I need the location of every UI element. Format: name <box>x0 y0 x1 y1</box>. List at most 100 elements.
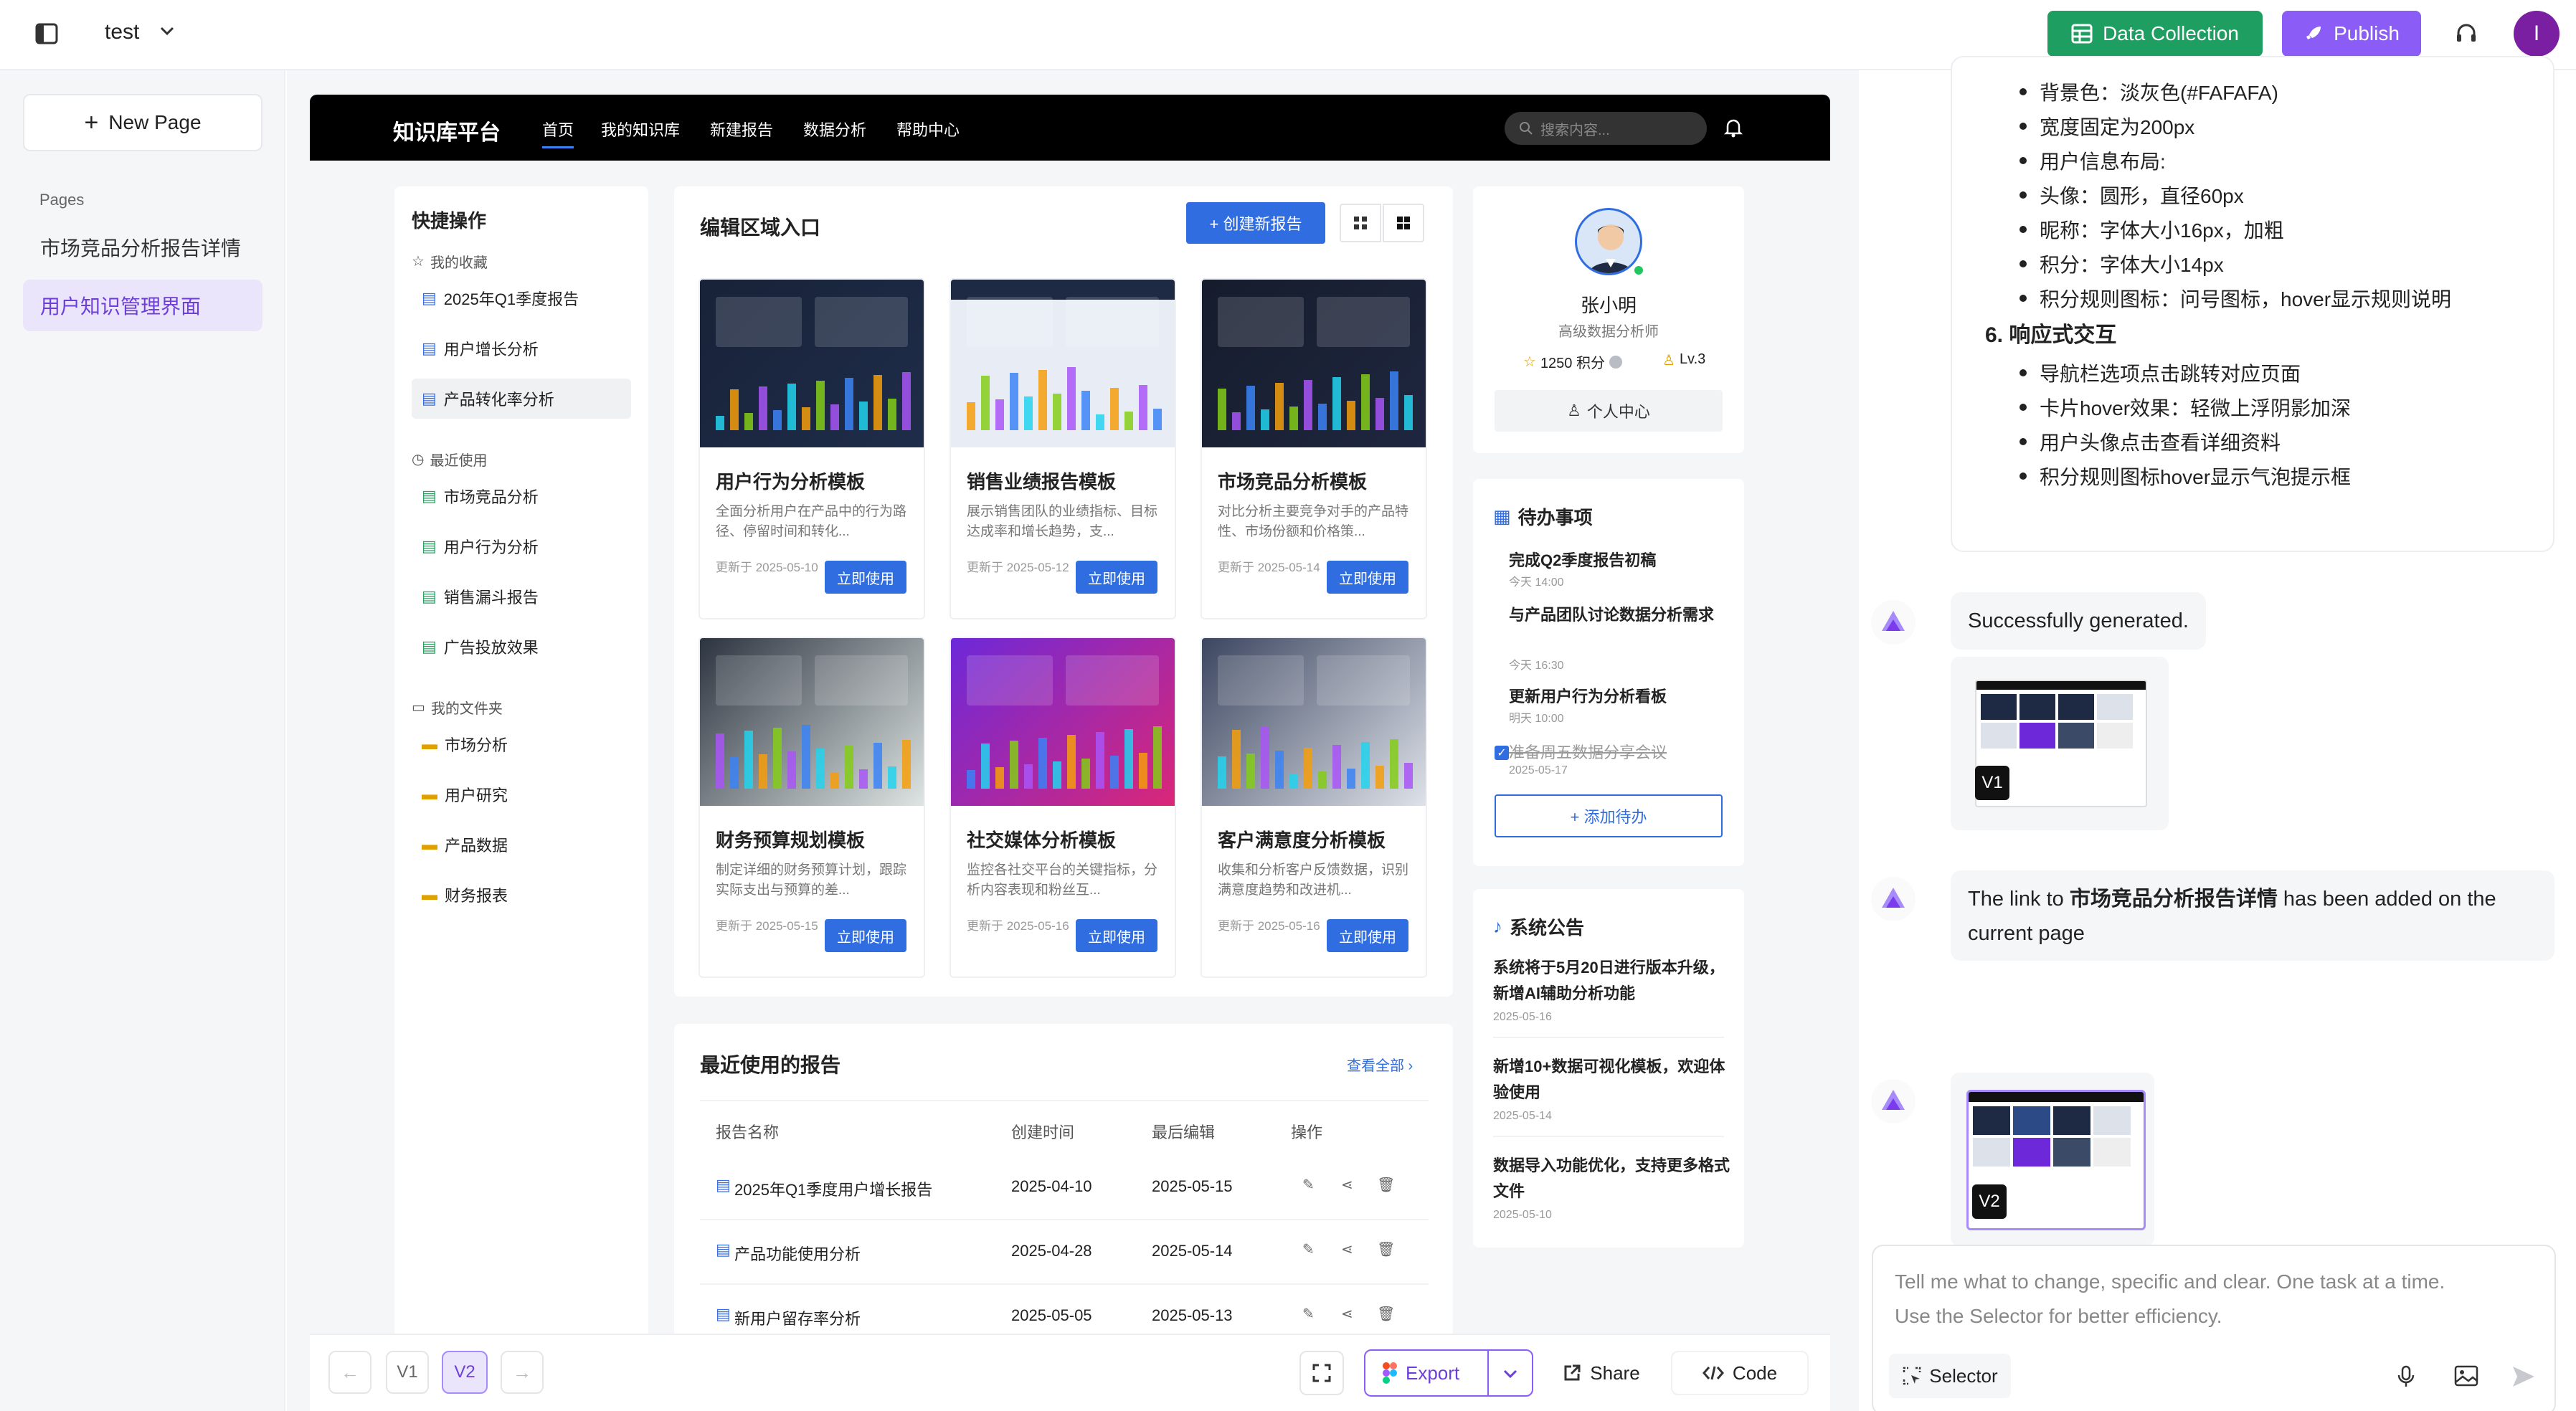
arrow-left-icon[interactable]: ← <box>328 1351 371 1394</box>
new-page-label: New Page <box>108 111 202 133</box>
user-avatar[interactable]: I <box>2514 11 2560 57</box>
fav-item[interactable]: ▤ 用户增长分析 <box>412 328 631 369</box>
trash-icon[interactable]: 🗑 <box>1377 1240 1395 1258</box>
version-v1-button[interactable]: V1 <box>386 1351 429 1394</box>
version-v2-card[interactable]: V2 <box>1951 1073 2154 1246</box>
template-card[interactable]: 市场竞品分析模板 对比分析主要竞争对手的产品特性、市场份额和价格策... 更新于 2… <box>1201 278 1427 619</box>
add-todo-button[interactable]: + 添加待办 <box>1495 794 1723 837</box>
trash-icon[interactable]: 🗑 <box>1377 1176 1395 1194</box>
headset-icon[interactable] <box>2454 22 2478 46</box>
nav-my-knowledge[interactable]: 我的知识库 <box>601 118 680 141</box>
spec-bullet: 背景色：淡灰色(#FAFAFA) <box>2019 77 2278 106</box>
star-icon: ☆ <box>412 254 425 270</box>
notice-item-text[interactable]: 新增10+数据可视化模板，欢迎体验使用 <box>1493 1054 1730 1106</box>
version-v2-button[interactable]: V2 <box>442 1351 488 1394</box>
app-logo[interactable]: 知识库平台 <box>393 115 501 146</box>
chat-panel: 背景色：淡灰色(#FAFAFA) 宽度固定为200px 用户信息布局: 头像：圆形，直… <box>1860 56 2576 1411</box>
personal-center-button[interactable]: ♙ 个人中心 <box>1495 390 1723 432</box>
template-card[interactable]: 销售业绩报告模板 展示销售团队的业绩指标、目标达成率和增长趋势，支... 更新于 2… <box>950 278 1176 619</box>
selector-button[interactable]: Selector <box>1889 1354 2011 1398</box>
chat-input[interactable]: Tell me what to change, specific and cle… <box>1872 1245 2556 1411</box>
folder-item[interactable]: ▬ 财务报表 <box>412 875 631 915</box>
table-row[interactable]: ▤ 新用户留存率分析 2025-05-05 2025-05-13 ✎ ⋖ 🗑 <box>700 1286 1429 1334</box>
project-name[interactable]: test <box>105 20 139 44</box>
template-thumbnail <box>700 280 924 447</box>
profile-avatar[interactable] <box>1575 208 1642 275</box>
page-link[interactable]: 市场竞品分析报告详情 <box>2070 888 2278 911</box>
use-template-button[interactable]: 立即使用 <box>825 561 906 594</box>
help-icon[interactable] <box>1609 355 1622 369</box>
arrow-right-icon[interactable]: → <box>501 1351 544 1394</box>
grid-view-icon[interactable] <box>1383 204 1424 242</box>
table-row[interactable]: ▤ 2025年Q1季度用户增长报告 2025-04-10 2025-05-15 ✎ ⋖ 🗑 <box>700 1157 1429 1220</box>
share-icon[interactable]: ⋖ <box>1341 1305 1353 1323</box>
todo-checkbox[interactable]: ✓ <box>1495 746 1509 760</box>
code-button[interactable]: Code <box>1671 1351 1809 1395</box>
view-all-link[interactable]: 查看全部 › <box>1347 1054 1413 1075</box>
chevron-down-icon <box>1503 1369 1517 1378</box>
use-template-button[interactable]: 立即使用 <box>1327 561 1408 594</box>
notice-item-text[interactable]: 数据导入功能优化，支持更多格式文件 <box>1493 1153 1730 1205</box>
template-card[interactable]: 社交媒体分析模板 监控各社交平台的关键指标，分析内容表现和粉丝互... 更新于 20… <box>950 637 1176 978</box>
version-v1-card[interactable]: V1 <box>1951 657 2169 830</box>
edit-icon[interactable]: ✎ <box>1302 1305 1315 1323</box>
nav-new-report[interactable]: 新建报告 <box>710 118 773 141</box>
trash-icon[interactable]: 🗑 <box>1377 1305 1395 1323</box>
profile-role: 高级数据分析师 <box>1558 324 1659 340</box>
todo-item-text[interactable]: 准备周五数据分享会议 <box>1509 740 1667 763</box>
nav-data-analysis[interactable]: 数据分析 <box>803 118 866 141</box>
use-template-button[interactable]: 立即使用 <box>1076 919 1157 952</box>
template-card[interactable]: 用户行为分析模板 全面分析用户在产品中的行为路径、停留时间和转化... 更新于 20… <box>699 278 925 619</box>
recent-item[interactable]: ▤ 用户行为分析 <box>412 526 631 566</box>
use-template-button[interactable]: 立即使用 <box>1327 919 1408 952</box>
use-template-button[interactable]: 立即使用 <box>825 919 906 952</box>
microphone-icon[interactable] <box>2397 1365 2415 1388</box>
todo-item-text[interactable]: 与产品团队讨论数据分析需求 <box>1509 602 1728 628</box>
fav-item[interactable]: ▤ 产品转化率分析 <box>412 379 631 419</box>
page-item-knowledge-ui[interactable]: 用户知识管理界面 <box>23 280 262 331</box>
share-icon[interactable]: ⋖ <box>1341 1176 1353 1194</box>
folder-item[interactable]: ▬ 产品数据 <box>412 825 631 865</box>
template-card[interactable]: 客户满意度分析模板 收集和分析客户反馈数据，识别满意度趋势和改进机... 更新于 2… <box>1201 637 1427 978</box>
edit-icon[interactable]: ✎ <box>1302 1176 1315 1194</box>
todo-item-text[interactable]: 更新用户行为分析看板 <box>1509 684 1667 707</box>
sidebar-toggle-icon[interactable] <box>34 22 59 46</box>
page-item-competitor-report[interactable]: 市场竞品分析报告详情 <box>23 222 262 273</box>
report-created: 2025-04-28 <box>1011 1242 1092 1260</box>
folder-item[interactable]: ▬ 市场分析 <box>412 724 631 764</box>
table-row[interactable]: ▤ 产品功能使用分析 2025-04-28 2025-05-14 ✎ ⋖ 🗑 <box>700 1222 1429 1285</box>
data-collection-button[interactable]: Data Collection <box>2047 11 2263 57</box>
send-icon[interactable] <box>2511 1365 2536 1388</box>
new-page-button[interactable]: + New Page <box>23 94 262 151</box>
spec-bullet: 积分规则图标：问号图标，hover显示规则说明 <box>2019 284 2451 313</box>
share-icon[interactable]: ⋖ <box>1341 1240 1353 1258</box>
recent-item[interactable]: ▤ 广告投放效果 <box>412 627 631 667</box>
notice-item-text[interactable]: 系统将于5月20日进行版本升级，新增AI辅助分析功能 <box>1493 955 1730 1007</box>
notice-item-date: 2025-05-16 <box>1493 1011 1552 1023</box>
folder-item[interactable]: ▬ 用户研究 <box>412 774 631 814</box>
recent-item[interactable]: ▤ 销售漏斗报告 <box>412 576 631 617</box>
share-button[interactable]: Share <box>1549 1351 1654 1395</box>
bell-icon[interactable] <box>1724 118 1743 138</box>
create-report-button[interactable]: + 创建新报告 <box>1186 202 1325 244</box>
template-card[interactable]: 财务预算规划模板 制定详细的财务预算计划，跟踪实际支出与预算的差... 更新于 20… <box>699 637 925 978</box>
template-thumbnail <box>1202 638 1426 806</box>
list-view-icon[interactable] <box>1340 204 1381 242</box>
nav-home[interactable]: 首页 <box>542 118 574 148</box>
fullscreen-icon[interactable] <box>1299 1351 1344 1395</box>
recent-item[interactable]: ▤ 市场竞品分析 <box>412 476 631 516</box>
todo-item-text[interactable]: 完成Q2季度报告初稿 <box>1509 548 1656 571</box>
publish-button[interactable]: Publish <box>2282 11 2421 57</box>
notice-title: ♪ 系统公告 <box>1493 916 1585 939</box>
image-upload-icon[interactable] <box>2454 1365 2478 1387</box>
template-desc: 全面分析用户在产品中的行为路径、停留时间和转化... <box>716 504 907 539</box>
edit-icon[interactable]: ✎ <box>1302 1240 1315 1258</box>
report-edited: 2025-05-15 <box>1152 1177 1233 1195</box>
col-created: 创建时间 <box>1011 1123 1075 1141</box>
fav-item[interactable]: ▤ 2025年Q1季度报告 <box>412 278 631 318</box>
nav-help[interactable]: 帮助中心 <box>896 118 960 141</box>
app-search-input[interactable]: 搜索内容... <box>1505 112 1707 145</box>
use-template-button[interactable]: 立即使用 <box>1076 561 1157 594</box>
chevron-down-icon[interactable] <box>159 26 175 36</box>
export-button[interactable]: Export <box>1364 1349 1533 1397</box>
